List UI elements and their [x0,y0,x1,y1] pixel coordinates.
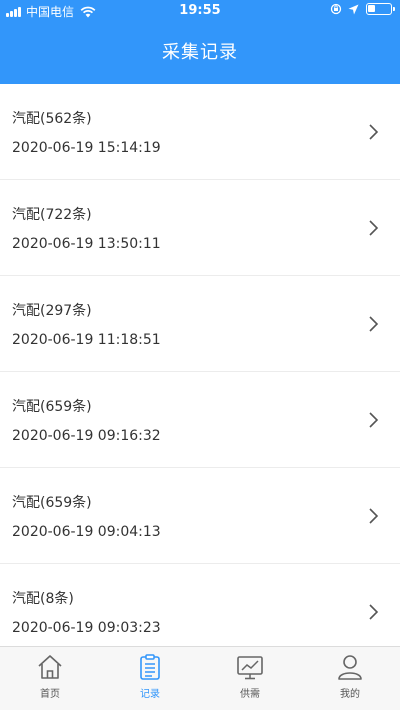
tab-label: 我的 [340,689,360,700]
chart-monitor-icon [237,656,263,680]
user-icon [338,655,362,680]
location-arrow-icon [348,4,359,14]
record-name: 汽配(562条) [12,111,92,127]
tab-mine[interactable]: 我的 [300,647,400,710]
tab-supply-demand[interactable]: 供需 [200,647,300,710]
tab-label: 首页 [40,689,60,700]
orientation-lock-icon [330,3,342,15]
tab-records[interactable]: 记录 [100,647,200,710]
record-name: 汽配(659条) [12,399,92,415]
record-name: 汽配(297条) [12,303,92,319]
record-item[interactable]: 汽配(659条) 2020-06-19 09:16:32 [0,372,400,468]
record-time: 2020-06-19 13:50:11 [12,236,161,252]
record-time: 2020-06-19 11:18:51 [12,332,161,348]
record-time: 2020-06-19 09:03:23 [12,620,161,636]
bottom-tab-bar: 首页 记录 供需 我的 [0,646,400,710]
battery-level [368,5,375,12]
tab-label: 记录 [140,689,160,700]
page-title: 采集记录 [162,42,238,63]
chevron-right-icon [369,508,379,524]
chevron-right-icon [369,604,379,620]
clipboard-icon [140,654,160,680]
record-name: 汽配(8条) [12,591,74,607]
record-item[interactable]: 汽配(8条) 2020-06-19 09:03:23 [0,564,400,646]
record-item[interactable]: 汽配(297条) 2020-06-19 11:18:51 [0,276,400,372]
record-time: 2020-06-19 09:16:32 [12,428,161,444]
record-item[interactable]: 汽配(562条) 2020-06-19 15:14:19 [0,84,400,180]
tab-home[interactable]: 首页 [0,647,100,710]
chevron-right-icon [369,124,379,140]
record-name: 汽配(659条) [12,495,92,511]
chevron-right-icon [369,316,379,332]
home-icon [38,655,62,679]
battery-icon [366,3,395,15]
chevron-right-icon [369,220,379,236]
record-time: 2020-06-19 15:14:19 [12,140,161,156]
chevron-right-icon [369,412,379,428]
record-item[interactable]: 汽配(722条) 2020-06-19 13:50:11 [0,180,400,276]
status-bar: 中国电信 19:55 [0,0,400,22]
record-name: 汽配(722条) [12,207,92,223]
record-list: 汽配(562条) 2020-06-19 15:14:19 汽配(722条) 20… [0,84,400,646]
tab-label: 供需 [240,689,260,700]
record-item[interactable]: 汽配(659条) 2020-06-19 09:04:13 [0,468,400,564]
app-header: 中国电信 19:55 采集记录 [0,0,400,84]
record-time: 2020-06-19 09:04:13 [12,524,161,540]
